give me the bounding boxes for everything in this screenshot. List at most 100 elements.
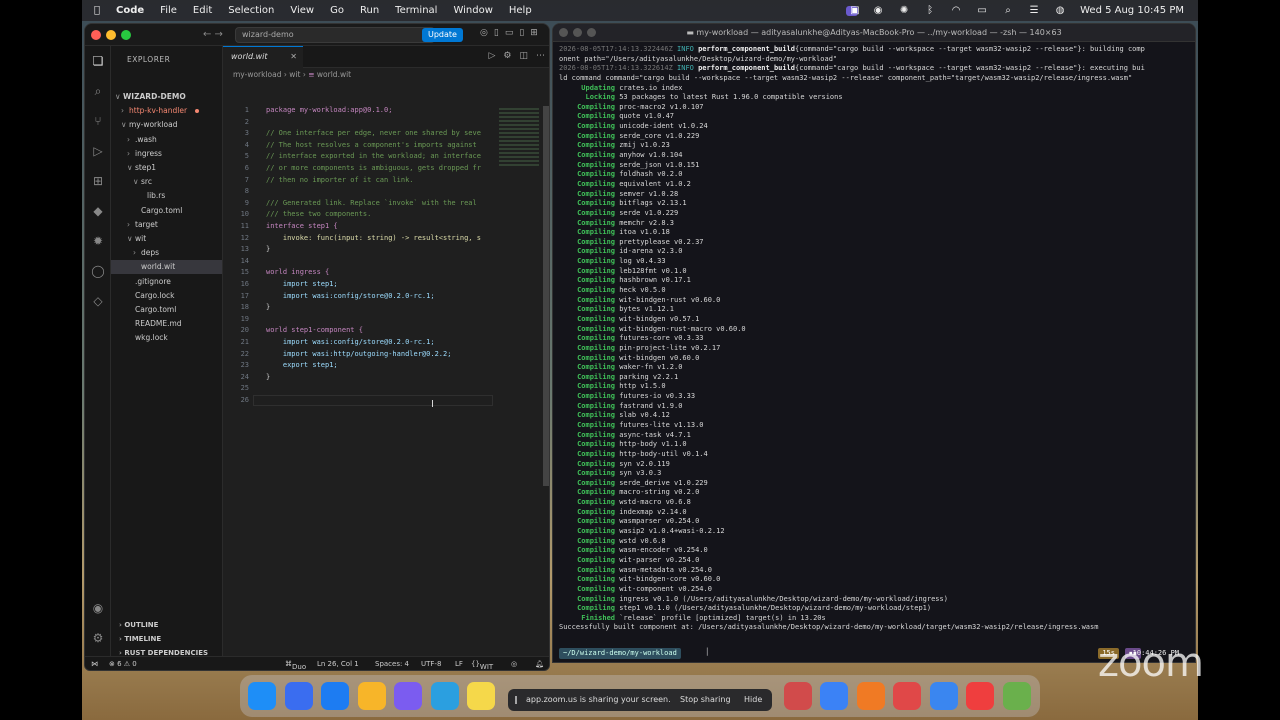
language-mode[interactable]: {} WIT xyxy=(471,660,493,670)
zoom-window-button[interactable] xyxy=(587,28,596,37)
file-tree-item[interactable]: ∨ src xyxy=(111,175,222,189)
file-tree-item[interactable]: ∨ my-workload xyxy=(111,118,222,132)
file-tree-item[interactable]: ∨ wit xyxy=(111,232,222,246)
dock-app-icon[interactable] xyxy=(284,682,313,710)
end-of-line[interactable]: LF xyxy=(455,660,463,668)
dock-app-icon[interactable] xyxy=(1002,682,1031,710)
notifications-icon[interactable]: 🔔︎ xyxy=(535,660,544,668)
github-icon[interactable]: ◯ xyxy=(91,264,105,278)
file-tree-item[interactable]: ∨ WIZARD-DEMO xyxy=(111,90,222,104)
menu-edit[interactable]: Edit xyxy=(193,5,212,16)
dock-app-icon[interactable] xyxy=(783,682,812,710)
search-icon[interactable]: ⌕ xyxy=(1002,5,1014,16)
menu-file[interactable]: File xyxy=(160,5,177,16)
nav-arrows[interactable]: ← → xyxy=(203,29,223,40)
vertical-scrollbar[interactable] xyxy=(543,106,549,486)
gitlab-icon[interactable]: ◇ xyxy=(91,294,105,308)
file-tree-item[interactable]: wkg.lock xyxy=(111,331,222,345)
menu-help[interactable]: Help xyxy=(509,5,532,16)
dock-app-icon[interactable] xyxy=(394,682,422,710)
control-center-icon[interactable]: ☰ xyxy=(1028,5,1040,16)
settings-gear-icon[interactable]: ⚙ xyxy=(91,631,105,645)
rust-icon[interactable]: ✹ xyxy=(91,234,105,248)
dock-app-icon[interactable] xyxy=(929,682,958,710)
toggle-sidebar-icon[interactable]: ▯ xyxy=(494,28,499,38)
duo-status[interactable]: ⌘ Duo xyxy=(285,660,306,670)
search-icon[interactable]: ⌕ xyxy=(91,84,105,98)
menubar-clock[interactable]: Wed 5 Aug 10:45 PM xyxy=(1080,5,1184,16)
hide-button[interactable]: Hide xyxy=(744,693,762,707)
file-tree-item[interactable]: .gitignore xyxy=(111,275,222,289)
layout-icon[interactable]: ⊞ xyxy=(530,28,538,38)
update-button[interactable]: Update xyxy=(422,28,463,42)
more-actions-icon[interactable]: ⋯ xyxy=(536,51,545,61)
brightness-icon[interactable]: ✺ xyxy=(898,5,910,16)
terminal-prompt[interactable]: ~/D/wizard-demo/my-workload ▏ 15s ▪▪ 10:… xyxy=(559,648,1189,660)
timeline-section[interactable]: › TIMELINE xyxy=(111,632,222,646)
encoding[interactable]: UTF-8 xyxy=(421,660,441,668)
file-tree-item[interactable]: ∨ step1 xyxy=(111,161,222,175)
indentation[interactable]: Spaces: 4 xyxy=(375,660,409,668)
close-window-button[interactable] xyxy=(91,30,101,40)
apple-icon[interactable]:  xyxy=(94,5,100,16)
dock-app-icon[interactable] xyxy=(820,682,848,710)
siri-icon[interactable]: ◍ xyxy=(1054,5,1066,16)
copilot-icon[interactable]: ◎ xyxy=(480,28,488,38)
file-tree-item[interactable]: › ingress xyxy=(111,147,222,161)
bluetooth-icon[interactable]: ᛒ xyxy=(924,5,936,16)
menu-window[interactable]: Window xyxy=(453,5,492,16)
dock-app-icon[interactable] xyxy=(321,682,349,710)
menu-app-code[interactable]: Code xyxy=(116,5,144,16)
explorer-icon[interactable]: ❏ xyxy=(91,54,105,68)
breadcrumb[interactable]: my-workload › wit › ≡ world.wit xyxy=(223,68,549,82)
menu-run[interactable]: Run xyxy=(360,5,379,16)
minimize-window-button[interactable] xyxy=(573,28,582,37)
split-editor-icon[interactable]: ◫ xyxy=(519,51,528,61)
file-tree-item[interactable]: Cargo.lock xyxy=(111,289,222,303)
account-icon[interactable]: ◉ xyxy=(91,601,105,615)
stop-sharing-button[interactable]: Stop sharing xyxy=(674,693,737,707)
screen-share-icon[interactable]: ▣ xyxy=(846,5,860,16)
file-tree-item[interactable]: README.md xyxy=(111,317,222,331)
zoom-window-button[interactable] xyxy=(121,30,131,40)
file-tree-item[interactable]: Cargo.toml xyxy=(111,204,222,218)
tab-world-wit[interactable]: world.wit ✕ xyxy=(223,46,303,68)
file-tree-item[interactable]: › .wash xyxy=(111,133,222,147)
dock-app-icon[interactable] xyxy=(966,682,994,710)
dock-app-icon[interactable] xyxy=(856,682,885,710)
settings-icon[interactable]: ⚙ xyxy=(503,51,511,61)
dock-app-icon[interactable] xyxy=(248,682,276,710)
minimize-window-button[interactable] xyxy=(106,30,116,40)
extensions-icon[interactable]: ⊞ xyxy=(91,174,105,188)
file-tree-item[interactable]: › http-kv-handler xyxy=(111,104,222,118)
source-control-icon[interactable]: ⑂ xyxy=(91,114,105,128)
toggle-panel-icon[interactable]: ▭ xyxy=(505,28,514,38)
command-center-search[interactable]: wizard-demo xyxy=(235,27,435,43)
file-tree-item[interactable]: Cargo.toml xyxy=(111,303,222,317)
file-tree-item[interactable]: › target xyxy=(111,218,222,232)
python-icon[interactable]: ◆ xyxy=(91,204,105,218)
run-debug-icon[interactable]: ▷ xyxy=(91,144,105,158)
menu-terminal[interactable]: Terminal xyxy=(395,5,437,16)
file-tree-item[interactable]: › deps xyxy=(111,246,222,260)
problems-count[interactable]: ⊗ 6 ⚠ 0 xyxy=(109,660,137,668)
close-window-button[interactable] xyxy=(559,28,568,37)
cursor-position[interactable]: Ln 26, Col 1 xyxy=(317,660,359,668)
file-tree-item[interactable]: lib.rs xyxy=(111,189,222,203)
menu-view[interactable]: View xyxy=(290,5,314,16)
dock-app-icon[interactable] xyxy=(893,682,921,710)
file-tree-item[interactable]: world.wit xyxy=(111,260,222,275)
wifi-icon[interactable]: ◠ xyxy=(950,5,962,16)
copilot-status-icon[interactable]: ◎ xyxy=(511,660,517,668)
terminal-output[interactable]: 2026-08-05T17:14:13.322446Z INFO perform… xyxy=(559,45,1195,633)
dock-app-icon[interactable] xyxy=(467,682,495,710)
remote-icon[interactable]: ⋈ xyxy=(91,660,98,668)
toggle-secondary-sidebar-icon[interactable]: ▯ xyxy=(519,28,524,38)
dock-app-icon[interactable] xyxy=(430,682,459,710)
record-icon[interactable]: ◉ xyxy=(872,5,884,16)
dock-app-icon[interactable] xyxy=(357,682,386,710)
outline-section[interactable]: › OUTLINE xyxy=(111,618,222,632)
battery-icon[interactable]: ▭ xyxy=(976,5,988,16)
menu-go[interactable]: Go xyxy=(330,5,344,16)
minimap[interactable] xyxy=(499,108,539,168)
